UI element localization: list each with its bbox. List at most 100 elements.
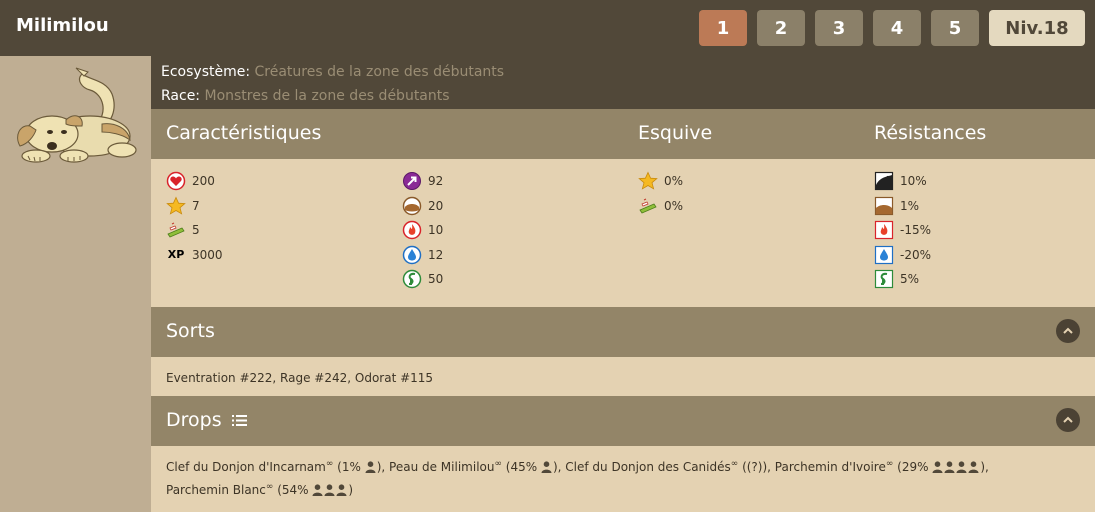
drops-header[interactable]: Drops bbox=[151, 396, 1095, 446]
water-icon bbox=[402, 245, 422, 265]
grade-tab-4[interactable]: 4 bbox=[873, 10, 921, 46]
earth-icon bbox=[402, 196, 422, 216]
dodge-title: Esquive bbox=[638, 122, 713, 144]
ecosystem-value: Créatures de la zone des débutants bbox=[254, 64, 505, 80]
xp-icon: XP bbox=[167, 248, 185, 262]
infinity-icon: ∞ bbox=[265, 482, 274, 492]
race-label: Race: bbox=[161, 88, 201, 104]
drops-panel: Clef du Donjon d'Incarnam∞ (1% ), Peau d… bbox=[151, 446, 1095, 512]
characteristics-header: Caractéristiques Esquive Résistances bbox=[151, 109, 1095, 159]
star-icon bbox=[638, 171, 658, 191]
stat-row: 92 bbox=[402, 169, 443, 194]
drops-title: Drops bbox=[166, 409, 247, 431]
drops-list: Clef du Donjon d'Incarnam∞ (1% ), Peau d… bbox=[166, 454, 1076, 500]
chevron-up-icon bbox=[1063, 416, 1073, 423]
stat-row: -15% bbox=[874, 218, 931, 243]
drop-item[interactable]: Peau de Milimilou∞ (45% ), bbox=[389, 459, 565, 474]
monster-sidebar bbox=[0, 56, 151, 512]
race-value: Monstres de la zone des débutants bbox=[204, 88, 450, 104]
stat-row: 5% bbox=[874, 267, 931, 292]
air-resist-value: 5% bbox=[900, 272, 920, 287]
grade-tab-1[interactable]: 1 bbox=[699, 10, 747, 46]
spells-panel: Eventration #222, Rage #242, Odorat #115 bbox=[151, 357, 1095, 396]
grade-tab-3[interactable]: 3 bbox=[815, 10, 863, 46]
air-resist-icon bbox=[874, 269, 894, 289]
spells-list: Eventration #222, Rage #242, Odorat #115 bbox=[166, 371, 434, 385]
infinity-icon: ∞ bbox=[325, 459, 334, 469]
water-resist-value: -20% bbox=[900, 247, 932, 262]
boot-icon bbox=[638, 196, 658, 216]
ecosystem-line: Ecosystème: Créatures de la zone des déb… bbox=[161, 60, 1085, 84]
dodge-column: 0% 0% bbox=[638, 169, 683, 218]
infinity-icon: ∞ bbox=[730, 459, 739, 469]
grade-tabs: 1 2 3 4 5 Niv.18 bbox=[699, 10, 1085, 46]
fire-resist-value: -15% bbox=[900, 223, 932, 238]
drop-name: Peau de Milimilou bbox=[389, 460, 495, 474]
spells-header[interactable]: Sorts bbox=[151, 307, 1095, 357]
heart-icon bbox=[166, 171, 186, 191]
strength-value: 20 bbox=[428, 198, 444, 213]
stat-row: 20 bbox=[402, 194, 443, 219]
stat-row: 1% bbox=[874, 194, 931, 219]
mp-dodge-value: 0% bbox=[664, 198, 684, 213]
fire-resist-icon bbox=[874, 220, 894, 240]
fire-icon bbox=[402, 220, 422, 240]
list-icon bbox=[231, 415, 247, 426]
action-points-value: 7 bbox=[192, 198, 200, 213]
drop-chance: 54% bbox=[281, 483, 309, 497]
stat-row: 0% bbox=[638, 169, 683, 194]
stat-row: 0% bbox=[638, 194, 683, 219]
earth-resist-value: 1% bbox=[900, 198, 920, 213]
drop-item[interactable]: Parchemin Blanc∞ (54% ) bbox=[166, 482, 353, 497]
chance-value: 12 bbox=[428, 247, 444, 262]
stat-row: 10 bbox=[402, 218, 443, 243]
vitality-value: 200 bbox=[192, 174, 215, 189]
characteristics-column-2: 92 20 10 12 50 bbox=[402, 169, 443, 292]
characteristics-panel: 200 7 5 XP 3000 92 20 10 12 50 0% 0% 10%… bbox=[151, 159, 1095, 307]
stat-row: 5 bbox=[166, 218, 223, 243]
drop-item[interactable]: Clef du Donjon des Canidés∞ ((?)), bbox=[565, 459, 775, 474]
drops-title-text: Drops bbox=[166, 409, 222, 431]
stat-row: 50 bbox=[402, 267, 443, 292]
resistances-column: 10% 1% -15% -20% 5% bbox=[874, 169, 931, 292]
drop-name: Parchemin d'Ivoire bbox=[774, 460, 886, 474]
stat-row: -20% bbox=[874, 243, 931, 268]
drop-item[interactable]: Clef du Donjon d'Incarnam∞ (1% ), bbox=[166, 459, 389, 474]
spells-title: Sorts bbox=[166, 320, 215, 342]
drop-name: Clef du Donjon d'Incarnam bbox=[166, 460, 326, 474]
drop-chance: (?) bbox=[746, 460, 763, 474]
movement-points-value: 5 bbox=[192, 223, 200, 238]
experience-value: 3000 bbox=[192, 247, 223, 262]
drop-chance: 29% bbox=[901, 460, 929, 474]
top-bar: Milimilou 1 2 3 4 5 Niv.18 bbox=[0, 0, 1095, 56]
characteristics-column-1: 200 7 5 XP 3000 bbox=[166, 169, 223, 267]
grade-tab-2[interactable]: 2 bbox=[757, 10, 805, 46]
stat-row: 10% bbox=[874, 169, 931, 194]
level-badge: Niv.18 bbox=[989, 10, 1085, 46]
prospection-players-icon bbox=[365, 460, 377, 474]
race-line: Race: Monstres de la zone des débutants bbox=[161, 84, 1085, 108]
stat-row: 12 bbox=[402, 243, 443, 268]
monster-info: Ecosystème: Créatures de la zone des déb… bbox=[151, 56, 1095, 109]
drop-item[interactable]: Parchemin d'Ivoire∞ (29% ), bbox=[774, 459, 989, 474]
monster-image bbox=[17, 67, 137, 163]
monster-name: Milimilou bbox=[16, 15, 109, 36]
ecosystem-label: Ecosystème: bbox=[161, 64, 251, 80]
boot-icon bbox=[166, 220, 186, 240]
power-value: 92 bbox=[428, 174, 444, 189]
spells-collapse-button[interactable] bbox=[1056, 319, 1080, 343]
stat-row: 200 bbox=[166, 169, 223, 194]
characteristics-title: Caractéristiques bbox=[166, 122, 322, 144]
grade-tab-5[interactable]: 5 bbox=[931, 10, 979, 46]
prospection-players-icon bbox=[312, 483, 348, 497]
drop-chance: 45% bbox=[510, 460, 538, 474]
stat-row: XP 3000 bbox=[166, 243, 223, 268]
resistances-title: Résistances bbox=[874, 122, 987, 144]
prospection-players-icon bbox=[541, 460, 553, 474]
ap-dodge-value: 0% bbox=[664, 174, 684, 189]
star-icon bbox=[166, 196, 186, 216]
infinity-icon: ∞ bbox=[494, 459, 502, 469]
prospection-players-icon bbox=[932, 460, 980, 474]
drop-name: Clef du Donjon des Canidés bbox=[565, 460, 731, 474]
drops-collapse-button[interactable] bbox=[1056, 408, 1080, 432]
